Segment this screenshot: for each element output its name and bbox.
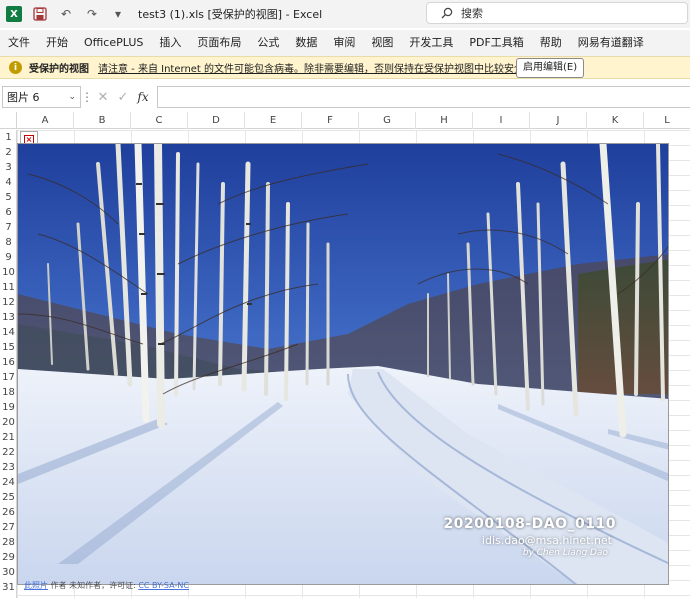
tab-page-layout[interactable]: 页面布局 xyxy=(189,30,249,56)
quick-access-toolbar: ↶ ↷ ▾ xyxy=(30,4,128,24)
tab-formulas[interactable]: 公式 xyxy=(249,30,287,56)
search-icon xyxy=(441,7,453,19)
watermark-author: by Chen Liang Dao xyxy=(522,548,608,558)
credit-text: 作者 未知作者，许可证: xyxy=(48,581,139,590)
search-box[interactable]: 搜索 xyxy=(426,2,688,24)
row-header[interactable]: 25 xyxy=(0,490,17,505)
document-title: test3 (1).xls [受保护的视图] - Excel xyxy=(138,8,323,21)
row-header[interactable]: 28 xyxy=(0,535,17,550)
column-header[interactable]: H xyxy=(416,112,473,129)
tab-officeplus[interactable]: OfficePLUS xyxy=(76,30,151,56)
row-header[interactable]: 29 xyxy=(0,550,17,565)
column-header[interactable]: E xyxy=(245,112,302,129)
row-header[interactable]: 22 xyxy=(0,445,17,460)
picture-credit: 此照片 作者 未知作者，许可证: CC BY-SA-NC xyxy=(24,580,189,591)
formula-bar: 图片 6 ⌄ ⋮ ✕ ✓ fx xyxy=(0,84,690,110)
tab-insert[interactable]: 插入 xyxy=(151,30,189,56)
column-header[interactable]: D xyxy=(188,112,245,129)
row-header[interactable]: 18 xyxy=(0,385,17,400)
tab-file[interactable]: 文件 xyxy=(0,30,38,56)
row-header[interactable]: 3 xyxy=(0,160,17,175)
undo-icon: ↶ xyxy=(60,7,72,21)
redo-button[interactable]: ↷ xyxy=(82,4,102,24)
column-header[interactable]: K xyxy=(587,112,644,129)
embedded-picture[interactable]: 20200108-DAO_0110 idis.dao@msa.hinet.net… xyxy=(17,143,669,585)
chevron-down-icon: ⌄ xyxy=(68,92,76,102)
name-box-value: 图片 6 xyxy=(7,91,40,104)
row-header[interactable]: 13 xyxy=(0,310,17,325)
row-header[interactable]: 26 xyxy=(0,505,17,520)
row-header[interactable]: 31 xyxy=(0,580,17,595)
enter-icon: ✓ xyxy=(117,89,129,105)
row-header[interactable]: 12 xyxy=(0,295,17,310)
row-header[interactable]: 8 xyxy=(0,235,17,250)
row-headers: 1 2 3 4 5 6 7 8 9 10 11 12 13 14 15 16 1… xyxy=(0,130,17,598)
tab-data[interactable]: 数据 xyxy=(287,30,325,56)
row-header[interactable]: 7 xyxy=(0,220,17,235)
column-header[interactable]: B xyxy=(74,112,131,129)
title-bar: X ↶ ↷ ▾ test3 (1).xls [受保护的视图] - Excel 搜… xyxy=(0,0,690,28)
customize-quick-access-button[interactable]: ▾ xyxy=(108,4,128,24)
cancel-icon: ✕ xyxy=(97,89,109,105)
shield-info-icon: i xyxy=(9,61,22,74)
more-options-icon[interactable]: ⋮ xyxy=(81,90,93,104)
row-header[interactable]: 15 xyxy=(0,340,17,355)
tab-youdao-translate[interactable]: 网易有道翻译 xyxy=(570,30,652,56)
insert-function-button[interactable]: fx xyxy=(133,90,153,104)
watermark-email: idis.dao@msa.hinet.net xyxy=(481,534,612,547)
row-header[interactable]: 14 xyxy=(0,325,17,340)
tab-view[interactable]: 视图 xyxy=(363,30,401,56)
redo-icon: ↷ xyxy=(86,7,98,21)
row-header[interactable]: 1 xyxy=(0,130,17,145)
row-header[interactable]: 16 xyxy=(0,355,17,370)
column-header[interactable]: F xyxy=(302,112,359,129)
protected-view-bar: i 受保护的视图 请注意 - 来自 Internet 的文件可能包含病毒。除非需… xyxy=(0,56,690,79)
column-header[interactable]: J xyxy=(530,112,587,129)
license-link[interactable]: CC BY-SA-NC xyxy=(138,581,189,590)
excel-app-icon: X xyxy=(6,6,22,22)
column-header[interactable]: G xyxy=(359,112,416,129)
tab-developer[interactable]: 开发工具 xyxy=(401,30,461,56)
row-header[interactable]: 21 xyxy=(0,430,17,445)
row-header[interactable]: 27 xyxy=(0,520,17,535)
save-icon xyxy=(33,7,47,21)
row-header[interactable]: 30 xyxy=(0,565,17,580)
column-headers: A B C D E F G H I J K L xyxy=(0,112,690,129)
column-header[interactable]: L xyxy=(644,112,690,129)
row-header[interactable]: 23 xyxy=(0,460,17,475)
row-header[interactable]: 24 xyxy=(0,475,17,490)
tab-home[interactable]: 开始 xyxy=(38,30,76,56)
tab-review[interactable]: 审阅 xyxy=(325,30,363,56)
row-header[interactable]: 20 xyxy=(0,415,17,430)
protected-view-message[interactable]: 请注意 - 来自 Internet 的文件可能包含病毒。除非需要编辑，否则保持在… xyxy=(98,60,534,75)
ribbon-tabs: 文件 开始 OfficePLUS 插入 页面布局 公式 数据 审阅 视图 开发工… xyxy=(0,30,690,56)
row-header[interactable]: 19 xyxy=(0,400,17,415)
row-header[interactable]: 4 xyxy=(0,175,17,190)
save-button[interactable] xyxy=(30,4,50,24)
protected-view-title: 受保护的视图 xyxy=(29,64,89,75)
source-link[interactable]: 此照片 xyxy=(24,581,48,590)
name-box[interactable]: 图片 6 ⌄ xyxy=(2,86,81,108)
watermark-id: 20200108-DAO_0110 xyxy=(443,516,616,532)
enable-editing-button[interactable]: 启用编辑(E) xyxy=(516,58,585,78)
column-header[interactable]: C xyxy=(131,112,188,129)
formula-input[interactable] xyxy=(157,86,690,108)
row-header[interactable]: 17 xyxy=(0,370,17,385)
chevron-down-icon: ▾ xyxy=(114,7,122,21)
tab-help[interactable]: 帮助 xyxy=(532,30,570,56)
select-all-corner[interactable] xyxy=(0,112,17,129)
search-placeholder: 搜索 xyxy=(461,7,483,20)
row-header[interactable]: 2 xyxy=(0,145,17,160)
column-header[interactable]: I xyxy=(473,112,530,129)
row-header[interactable]: 6 xyxy=(0,205,17,220)
column-header[interactable]: A xyxy=(17,112,74,129)
row-header[interactable]: 9 xyxy=(0,250,17,265)
row-header[interactable]: 5 xyxy=(0,190,17,205)
undo-button[interactable]: ↶ xyxy=(56,4,76,24)
row-header[interactable]: 10 xyxy=(0,265,17,280)
row-header[interactable]: 11 xyxy=(0,280,17,295)
tab-pdf-tools[interactable]: PDF工具箱 xyxy=(461,30,531,56)
